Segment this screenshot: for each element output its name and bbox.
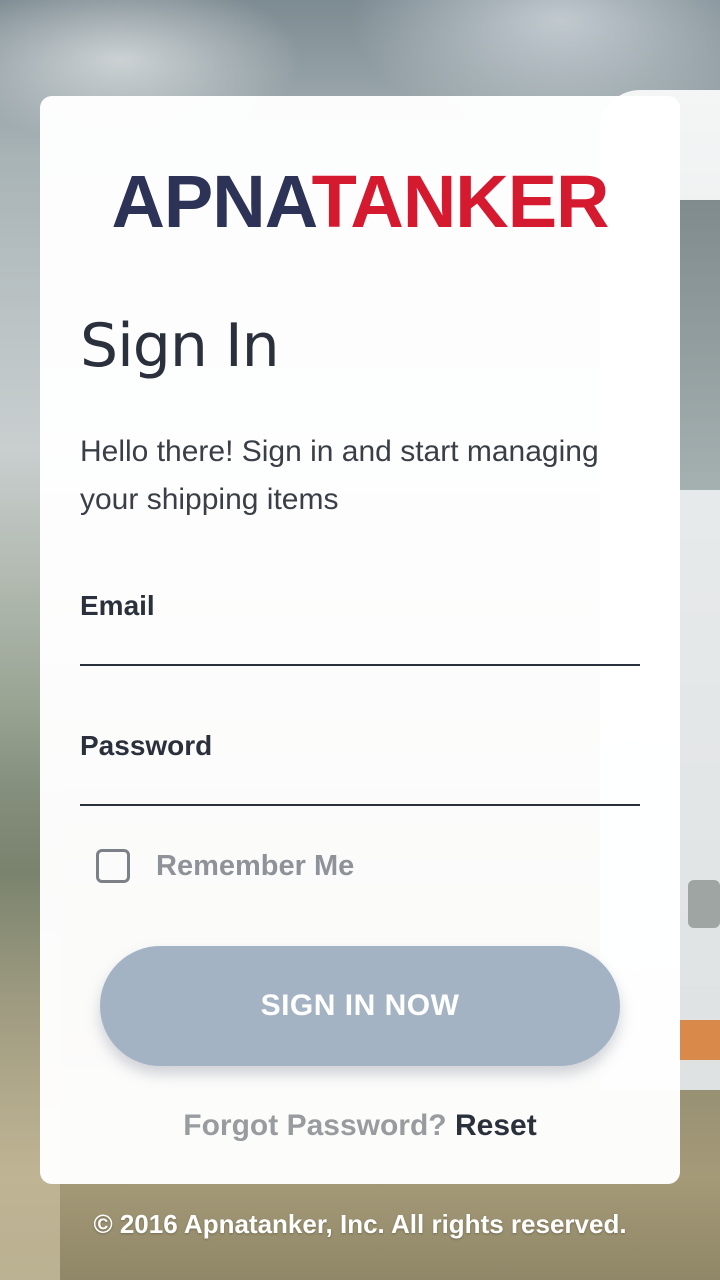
remember-me-row[interactable]: Remember Me <box>96 846 354 886</box>
forgot-password-row: Forgot Password? Reset <box>0 1106 720 1146</box>
forgot-password-text: Forgot Password? <box>183 1109 447 1142</box>
page-title: Sign In <box>80 311 280 381</box>
password-label: Password <box>80 730 213 761</box>
email-label: Email <box>80 590 155 621</box>
copyright-footer: © 2016 Apnatanker, Inc. All rights reser… <box>93 1209 627 1239</box>
logo-part-tanker: TANKER <box>311 160 610 243</box>
sign-in-button[interactable]: SIGN IN NOW <box>100 946 620 1066</box>
page-subtitle: Hello there! Sign in and start managing … <box>80 435 599 516</box>
remember-me-label[interactable]: Remember Me <box>156 850 354 883</box>
reset-password-link[interactable]: Reset <box>455 1109 537 1142</box>
truck-reflector <box>680 1020 720 1060</box>
email-field[interactable]: Email <box>80 584 640 666</box>
password-field[interactable]: Password <box>80 724 640 806</box>
logo-part-apna: APNA <box>111 160 312 243</box>
brand-logo: APNATANKER <box>0 160 720 244</box>
email-input[interactable] <box>80 628 640 660</box>
password-input[interactable] <box>80 768 640 800</box>
remember-me-checkbox[interactable] <box>96 849 130 883</box>
truck-headlight <box>688 880 720 928</box>
